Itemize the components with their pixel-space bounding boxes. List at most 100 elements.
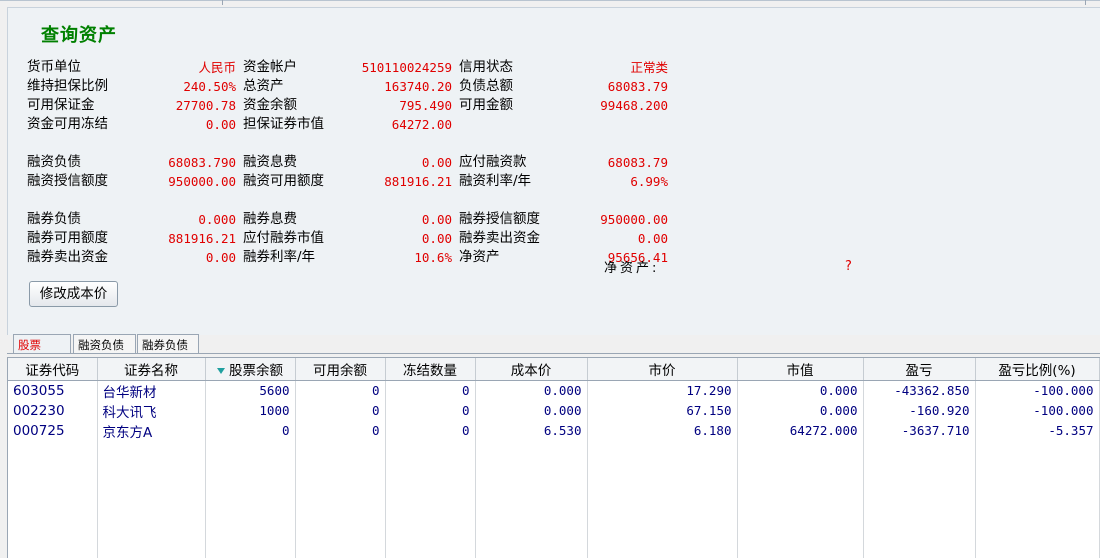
currency-value: 人民币 <box>198 60 236 75</box>
total-assets-label: 总资产 <box>243 78 284 94</box>
maintenance-ratio-label: 维持担保比例 <box>27 78 108 94</box>
margin-credit-limit-value: 950000.00 <box>168 174 236 189</box>
tab-underline <box>7 353 1100 354</box>
short-sale-proceeds-label: 融券卖出资金 <box>459 230 540 246</box>
total-liabilities-label: 负债总额 <box>459 78 513 94</box>
net-assets-overlap-label: 净资产: <box>604 261 660 276</box>
available-margin-label: 可用保证金 <box>27 97 95 113</box>
net-assets-label: 净资产 <box>459 249 500 265</box>
cell-code: 000725 <box>8 420 98 441</box>
cell-profit-loss-ratio: -5.357 <box>975 420 1100 441</box>
short-available-limit-value: 881916.21 <box>168 231 236 246</box>
margin-interest-label: 融资息费 <box>243 154 297 170</box>
short-interest-value: 0.00 <box>421 212 452 227</box>
cell-profit-loss: -43362.850 <box>863 380 976 401</box>
margin-credit-limit-label: 融资授信额度 <box>27 173 108 189</box>
tab-stocks[interactable]: 股票 <box>13 334 71 354</box>
cell-frozen: 0 <box>385 380 476 401</box>
cell-stock-balance: 0 <box>205 420 296 441</box>
collateral-market-value-value: 64272.00 <box>391 117 452 132</box>
sort-descending-icon <box>217 367 225 374</box>
margin-rate-label: 融资利率/年 <box>459 173 532 189</box>
short-rate-value: 10.6% <box>414 250 452 265</box>
cell-frozen: 0 <box>385 420 476 441</box>
cell-market-value: 0.000 <box>737 380 864 401</box>
short-sale-proceeds-value: 0.00 <box>637 231 668 246</box>
window-separator <box>1085 0 1086 5</box>
cell-market-price: 6.180 <box>587 420 738 441</box>
fund-account-label: 资金帐户 <box>243 59 297 75</box>
currency-label: 货币单位 <box>27 59 81 75</box>
short-debt-label: 融券负债 <box>27 211 81 227</box>
short-interest-label: 融券息费 <box>243 211 297 227</box>
short-sale-funds-value: 0.00 <box>205 250 236 265</box>
cell-name: 京东方A <box>97 420 206 441</box>
col-header-code[interactable]: 证券代码 <box>8 358 98 381</box>
tab-short-debt[interactable]: 融券负债 <box>137 334 199 354</box>
cell-market-value: 64272.000 <box>737 420 864 441</box>
credit-status-label: 信用状态 <box>459 59 513 75</box>
cell-code: 002230 <box>8 400 98 421</box>
short-rate-label: 融券利率/年 <box>243 249 316 265</box>
col-header-cost-price[interactable]: 成本价 <box>475 358 588 381</box>
short-payable-market-value-value: 0.00 <box>421 231 452 246</box>
cell-code: 603055 <box>8 380 98 401</box>
margin-available-limit-label: 融资可用额度 <box>243 173 324 189</box>
frozen-funds-value: 0.00 <box>205 117 236 132</box>
col-header-name[interactable]: 证券名称 <box>97 358 206 381</box>
edit-cost-price-button[interactable]: 修改成本价 <box>29 281 118 307</box>
fund-balance-label: 资金余额 <box>243 97 297 113</box>
margin-payable-label: 应付融资款 <box>459 154 527 170</box>
cell-cost-price: 0.000 <box>475 380 588 401</box>
fund-balance-value: 795.490 <box>399 98 452 113</box>
collateral-market-value-label: 担保证券市值 <box>243 116 324 132</box>
col-header-profit-loss-ratio[interactable]: 盈亏比例(%) <box>975 358 1100 381</box>
short-payable-market-value-label: 应付融券市值 <box>243 230 324 246</box>
short-credit-limit-value: 950000.00 <box>600 212 668 227</box>
cell-profit-loss: -3637.710 <box>863 420 976 441</box>
window-separator <box>222 0 223 5</box>
col-header-market-price[interactable]: 市价 <box>587 358 738 381</box>
available-amount-value: 99468.200 <box>600 98 668 113</box>
short-credit-limit-label: 融券授信额度 <box>459 211 540 227</box>
col-header-stock-balance[interactable]: 股票余额 <box>205 358 296 381</box>
top-border <box>0 0 1100 5</box>
net-assets-overlap-value: ? <box>845 259 852 274</box>
cell-available: 0 <box>295 380 386 401</box>
available-amount-label: 可用金额 <box>459 97 513 113</box>
cell-market-price: 67.150 <box>587 400 738 421</box>
cell-name: 科大讯飞 <box>97 400 206 421</box>
total-assets-value: 163740.20 <box>384 79 452 94</box>
col-header-market-value[interactable]: 市值 <box>737 358 864 381</box>
cell-profit-loss: -160.920 <box>863 400 976 421</box>
positions-table[interactable]: 证券代码 证券名称 股票余额 可用余额 冻结数量 成本价 市价 市值 盈亏 盈亏… <box>7 357 1100 558</box>
cell-market-price: 17.290 <box>587 380 738 401</box>
cell-stock-balance: 5600 <box>205 380 296 401</box>
available-margin-value: 27700.78 <box>175 98 236 113</box>
empty-table-area <box>8 440 1100 558</box>
table-row[interactable]: 002230 科大讯飞 1000 0 0 0.000 67.150 0.000 … <box>8 400 1100 421</box>
table-row[interactable]: 000725 京东方A 0 0 0 6.530 6.180 64272.000 … <box>8 420 1100 441</box>
margin-available-limit-value: 881916.21 <box>384 174 452 189</box>
short-available-limit-label: 融券可用额度 <box>27 230 108 246</box>
table-header-row: 证券代码 证券名称 股票余额 可用余额 冻结数量 成本价 市价 市值 盈亏 盈亏… <box>8 358 1100 381</box>
fund-account-value: 510110024259 <box>361 60 452 75</box>
margin-interest-value: 0.00 <box>421 155 452 170</box>
cell-profit-loss-ratio: -100.000 <box>975 380 1100 401</box>
frozen-funds-label: 资金可用冻结 <box>27 116 108 132</box>
margin-debt-value: 68083.790 <box>168 155 236 170</box>
col-header-available[interactable]: 可用余额 <box>295 358 386 381</box>
col-header-stock-balance-label: 股票余额 <box>229 362 283 379</box>
cell-available: 0 <box>295 420 386 441</box>
cell-profit-loss-ratio: -100.000 <box>975 400 1100 421</box>
col-header-profit-loss[interactable]: 盈亏 <box>863 358 976 381</box>
margin-payable-value: 68083.79 <box>607 155 668 170</box>
table-row[interactable]: 603055 台华新材 5600 0 0 0.000 17.290 0.000 … <box>8 380 1100 401</box>
cell-stock-balance: 1000 <box>205 400 296 421</box>
position-tabs: 股票 融资负债 融券负债 <box>7 334 207 354</box>
cell-name: 台华新材 <box>97 380 206 401</box>
cell-cost-price: 0.000 <box>475 400 588 421</box>
col-header-frozen[interactable]: 冻结数量 <box>385 358 476 381</box>
tab-margin-debt[interactable]: 融资负债 <box>73 334 136 354</box>
total-liabilities-value: 68083.79 <box>607 79 668 94</box>
